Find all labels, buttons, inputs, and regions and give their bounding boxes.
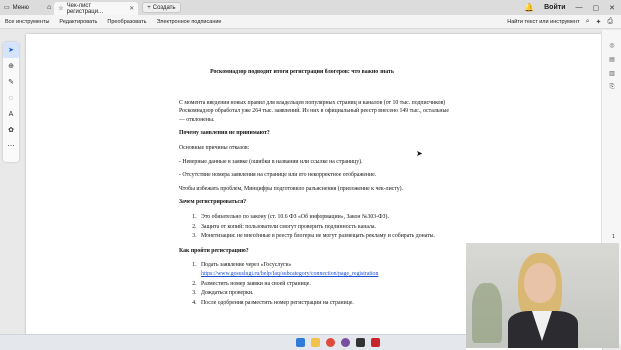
mouse-cursor-icon: ➤ <box>416 149 423 158</box>
tab-home-label: Меню <box>12 4 29 11</box>
file-explorer-icon[interactable] <box>311 338 320 347</box>
taskbar <box>0 334 466 350</box>
title-bar-right: 🔔 Войти — ▢ ✕ <box>524 3 621 12</box>
list-item-text: Подать заявление через «Госуслуги» <box>201 262 292 269</box>
list-item: Защита от копий: пользователи смогут про… <box>198 223 449 232</box>
list-item: Разместить номер заявки на своей страниц… <box>198 280 449 289</box>
new-tab-label: Создать <box>152 4 176 11</box>
tab-document[interactable]: ☆ Чек-лист регистраци... ✕ <box>54 2 139 15</box>
list-why-register: Это обязательно по закону (ст. 10.6 ФЗ «… <box>198 213 449 241</box>
paragraph-advice: Чтобы избежать проблем, Минцифры подгото… <box>179 185 403 192</box>
paragraph-reason-1: - Неверные данные в заявке (ошибки в наз… <box>179 158 363 165</box>
pen-tool-icon[interactable]: ✎ <box>3 74 19 90</box>
gosuslugi-link[interactable]: https://www.gosuslugi.ru/help/faq/subcat… <box>201 271 378 277</box>
list-item: Монетизация: не внесённые в реестр блоге… <box>198 232 449 241</box>
login-button[interactable]: Войти <box>544 4 565 11</box>
document-title: Роскомнадзор подводит итоги регистрации … <box>210 69 394 75</box>
print-icon[interactable]: ⎙ <box>607 18 613 26</box>
minimize-icon[interactable]: — <box>576 4 583 11</box>
document-content: Роскомнадзор подводит итоги регистрации … <box>179 68 449 313</box>
menu-all-tools[interactable]: Все инструменты <box>0 19 54 25</box>
close-tab-icon[interactable]: ✕ <box>129 5 134 12</box>
webcam-overlay <box>466 243 619 348</box>
heading-how-register: Как пройти регистрацию? <box>179 247 249 254</box>
plus-icon: + <box>147 4 151 11</box>
title-bar: ▭ Меню ⌂ ☆ Чек-лист регистраци... ✕ + Со… <box>0 0 621 15</box>
page-number-current: 1 <box>611 234 615 240</box>
pages-icon[interactable]: ▥ <box>602 66 621 80</box>
search-tools-label[interactable]: Найти текст или инструмент <box>507 19 579 25</box>
lasso-tool-icon[interactable]: ◌ <box>3 90 19 106</box>
search-icon[interactable]: ⌕ <box>586 18 590 26</box>
list-item: После одобрения разместить номер регистр… <box>198 299 449 308</box>
menu-right: Найти текст или инструмент ⌕ ✦ ⎙ <box>507 18 621 26</box>
list-item: Это обязательно по закону (ст. 10.6 ФЗ «… <box>198 213 449 222</box>
stamp-tool-icon[interactable]: ✿ <box>3 122 19 138</box>
bookmark-icon[interactable]: ▤ <box>602 52 621 66</box>
intro-paragraph: С момента введения новых правил для влад… <box>179 99 449 123</box>
attachment-icon[interactable]: ⎘ <box>602 80 621 94</box>
tab-home[interactable]: ▭ Меню <box>0 1 44 14</box>
home-icon: ▭ <box>4 5 10 11</box>
app-icon[interactable] <box>341 338 350 347</box>
text-tool-icon[interactable]: A <box>3 106 19 122</box>
list-item: Подать заявление через «Госуслуги» https… <box>198 261 449 278</box>
bell-icon[interactable]: 🔔 <box>524 3 534 12</box>
windows-start-icon[interactable] <box>296 338 305 347</box>
more-tools-icon[interactable]: ⋯ <box>3 138 19 154</box>
maximize-icon[interactable]: ▢ <box>593 4 600 12</box>
zoom-tool-icon[interactable]: ⊕ <box>3 58 19 74</box>
comment-icon[interactable]: ◎ <box>602 38 621 52</box>
menu-e-sign[interactable]: Электронное подписание <box>151 19 226 25</box>
home-nav-icon[interactable]: ⌂ <box>47 4 51 11</box>
chrome-icon[interactable] <box>326 338 335 347</box>
list-item: Дождаться проверки. <box>198 289 449 298</box>
select-tool-icon[interactable]: ➤ <box>3 42 19 58</box>
menu-convert[interactable]: Преобразовать <box>102 19 151 25</box>
webcam-presenter-face <box>524 263 556 303</box>
star-icon[interactable]: ☆ <box>58 5 63 12</box>
menu-edit[interactable]: Редактировать <box>54 19 102 25</box>
webcam-plant <box>472 283 502 343</box>
new-tab-button[interactable]: + Создать <box>142 2 181 13</box>
paragraph-reason-2: - Отсутствие номера заявления на страниц… <box>179 172 377 179</box>
left-toolbar: ➤ ⊕ ✎ ◌ A ✿ ⋯ <box>3 42 19 162</box>
menu-bar: Все инструменты Редактировать Преобразов… <box>0 15 621 29</box>
acrobat-icon[interactable] <box>371 338 380 347</box>
paragraph-reasons: Основные причины отказов: <box>179 144 250 151</box>
tab-document-label: Чек-лист регистраци... <box>66 2 104 15</box>
close-window-icon[interactable]: ✕ <box>609 4 615 12</box>
media-icon[interactable] <box>356 338 365 347</box>
heading-why-register: Зачем регистрироваться? <box>179 199 247 206</box>
heading-why-rejected: Почему заявления не принимают? <box>179 130 270 137</box>
sparkle-icon[interactable]: ✦ <box>596 18 602 26</box>
list-how-register: Подать заявление через «Госуслуги» https… <box>198 261 449 307</box>
